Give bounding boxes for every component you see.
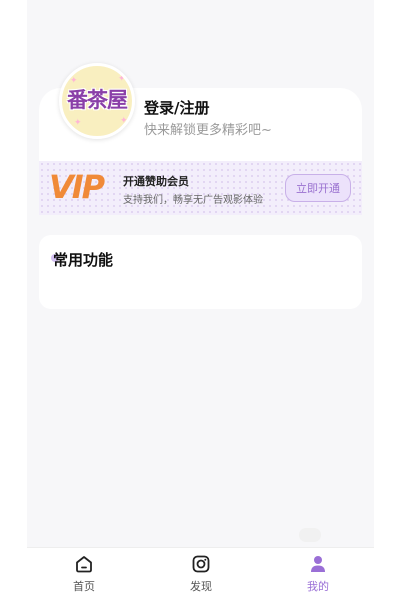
vip-subtitle: 支持我们，畅享无广告观影体验 <box>123 195 263 206</box>
login-subtitle: 快来解锁更多精彩吧~ <box>144 123 272 138</box>
sparkle-icon: ✦ <box>118 74 126 84</box>
avatar-logo: 番茶屋 <box>67 88 128 112</box>
nav-mine-label: 我的 <box>307 580 329 593</box>
vip-activate-button[interactable]: 立即开通 <box>285 174 351 202</box>
home-icon <box>76 556 92 573</box>
login-register-link[interactable]: 登录/注册 <box>144 97 209 118</box>
avatar[interactable]: ✦ ✦ ✦ ✦ 番茶屋 <box>59 63 135 139</box>
bottom-nav: 首页 发现 我的 <box>27 547 374 600</box>
common-functions-card: 常用功能 <box>39 235 362 309</box>
vip-title: 开通赞助会员 <box>123 175 189 188</box>
sparkle-icon: ✦ <box>120 116 128 126</box>
vip-logo: VIP <box>49 168 105 206</box>
nav-home[interactable]: 首页 <box>54 554 114 594</box>
nav-discover[interactable]: 发现 <box>171 554 231 594</box>
user-icon <box>311 556 325 572</box>
decor-cloud <box>299 528 321 542</box>
sparkle-icon: ✦ <box>74 118 82 128</box>
nav-home-label: 首页 <box>73 580 95 593</box>
vip-banner[interactable]: VIP 开通赞助会员 支持我们，畅享无广告观影体验 立即开通 <box>39 161 362 215</box>
nav-discover-label: 发现 <box>190 580 212 593</box>
common-functions-title: 常用功能 <box>53 251 114 269</box>
nav-mine[interactable]: 我的 <box>288 554 348 594</box>
app-screen: ✦ ✦ ✦ ✦ 番茶屋 登录/注册 快来解锁更多精彩吧~ VIP 开通赞助会员 … <box>27 0 374 600</box>
instagram-icon <box>192 555 210 573</box>
